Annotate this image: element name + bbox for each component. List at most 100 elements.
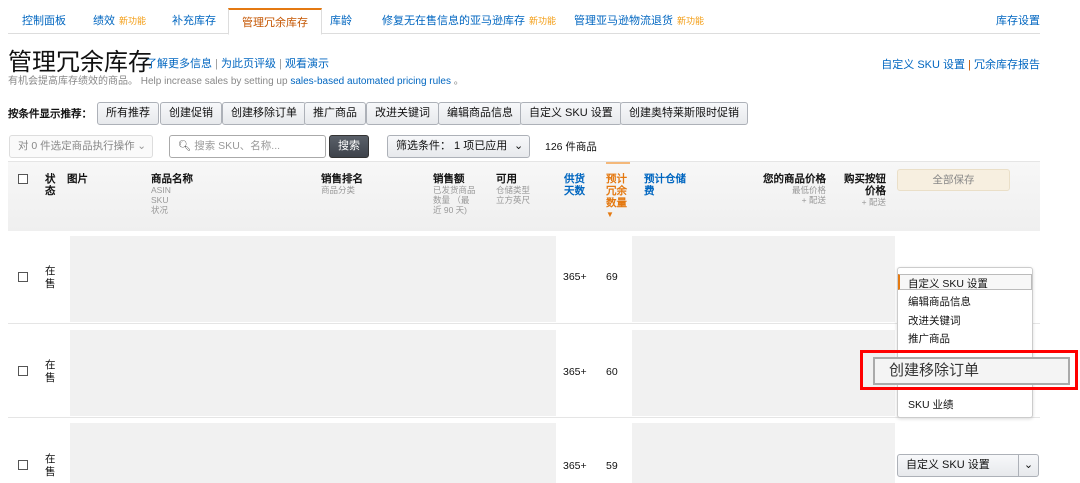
header-excess-label: 预计冗余数量 [606,173,627,209]
header-storage-fee[interactable]: 预计仓储费 [644,173,692,197]
header-available[interactable]: 可用 仓储类型 立方英尺 [496,173,536,205]
header-sub: + 配送 [801,195,826,205]
item-count: 126 件商品 [545,141,597,153]
filter-keywords-button[interactable]: 改进关键词 [366,102,439,125]
redacted-pricing-info [632,236,895,322]
menu-item-create-removal-order[interactable]: 创建移除订单 [873,357,1070,385]
search-input[interactable]: 🔍︎ 搜索 SKU、名称... [169,135,326,158]
header-buybox-price[interactable]: 购买按钮价格 + 配送 [838,173,886,207]
header-your-price[interactable]: 您的商品价格 最低价格 + 配送 [748,173,826,205]
right-links: 自定义 SKU 设置 | 冗余库存报告 [881,59,1040,71]
row-checkbox[interactable] [18,460,28,470]
tab-fix-stranded[interactable]: 修复无在售信息的亚马逊库存 新功能 [382,8,556,34]
subtitle-text: 有机会提高库存绩效的商品。 Help increase sales by set… [8,76,291,87]
tab-label: 管理亚马逊物流退货 [574,15,673,27]
header-sub: 仓储类型 立方英尺 [496,185,531,205]
row-supply-days: 365+ [563,366,587,378]
tab-performance[interactable]: 绩效 新功能 [93,8,146,34]
row-supply-days: 365+ [563,460,587,472]
header-sub: 商品分类 [321,185,356,195]
pricing-rules-link[interactable]: sales-based automated pricing rules [290,76,451,87]
row-action-menu: 自定义 SKU 设置 编辑商品信息 改进关键词 推广商品 SKU 业绩 [897,267,1033,418]
tab-inventory-age[interactable]: 库龄 [330,8,352,34]
new-badge: 新功能 [529,16,557,26]
menu-item-custom-sku[interactable]: 自定义 SKU 设置 [908,276,988,291]
filter-dropdown[interactable]: 筛选条件： 1 项已应用 ⌄ [387,135,531,158]
search-placeholder: 搜索 SKU、名称... [194,140,281,152]
filter-all-button[interactable]: 所有推荐 [97,102,159,125]
header-sales-label: 销售额 [433,173,465,185]
redacted-pricing-info [632,330,895,416]
custom-sku-settings-link[interactable]: 自定义 SKU 设置 [881,59,965,71]
redacted-product-info [70,423,556,483]
row-excess-qty: 69 [606,271,618,283]
filter-label: 筛选条件： 1 项已应用 [396,140,508,152]
filter-advertise-button[interactable]: 推广商品 [304,102,366,125]
header-rank-label: 销售排名 [321,173,363,185]
tab-restock[interactable]: 补充库存 [172,8,216,34]
filter-removal-button[interactable]: 创建移除订单 [222,102,306,125]
header-name-label: 商品名称 [151,173,193,185]
header-image: 图片 [67,173,88,185]
row-action-label: 自定义 SKU 设置 [906,459,990,471]
row-excess-qty: 60 [606,366,618,378]
header-status[interactable]: 状态 [45,173,57,197]
page-subtitle: 有机会提高库存绩效的商品。 Help increase sales by set… [8,72,464,87]
header-sub: 状况 [151,205,169,215]
chevron-down-icon: ⌄ [514,140,524,152]
new-badge: 新功能 [677,16,705,26]
tab-bar: 控制面板 绩效 新功能 补充库存 管理冗余库存 库龄 修复无在售信息的亚马逊库存新… [8,8,1040,35]
select-all-checkbox[interactable] [18,174,28,184]
header-excess-qty[interactable]: 预计冗余数量 ▼ [606,162,630,221]
redacted-product-info [70,236,556,322]
tab-fba-returns[interactable]: 管理亚马逊物流退货 新功能 [574,8,704,34]
title-links: 了解更多信息 | 为此页评级 | 观看演示 [146,58,329,70]
header-sub: + 配送 [861,197,886,207]
row-supply-days: 365+ [563,271,587,283]
search-button[interactable]: 搜索 [329,135,369,158]
tab-dashboard[interactable]: 控制面板 [22,8,66,34]
header-rank[interactable]: 销售排名 商品分类 [321,173,363,195]
header-available-label: 可用 [496,173,517,185]
header-supply-days[interactable]: 供货天数 [564,173,588,197]
bulk-action-select[interactable]: 对 0 件选定商品执行操作 ⌄ [9,135,153,158]
save-all-button[interactable]: 全部保存 [897,169,1010,191]
sort-desc-icon: ▼ [606,210,614,219]
chevron-down-icon[interactable]: ⌄ [1018,455,1038,476]
new-badge: 新功能 [119,16,147,26]
menu-item-sku-performance[interactable]: SKU 业绩 [908,397,954,412]
header-sub: 已发货商品数量 （最近 90 天) [433,185,476,215]
header-sub: SKU [151,195,169,205]
tab-label: 绩效 [93,15,115,27]
subtitle-end: 。 [450,76,464,87]
header-sales[interactable]: 销售额 已发货商品数量 （最近 90 天) [433,173,477,215]
filter-custom-sku-button[interactable]: 自定义 SKU 设置 [520,102,622,125]
row-checkbox[interactable] [18,366,28,376]
menu-item-keywords[interactable]: 改进关键词 [908,313,961,328]
table-row: 在售 365+ 59 自定义 SKU 设置 ⌄ [8,418,1040,483]
inventory-settings-link[interactable]: 库存设置 [996,8,1040,34]
learn-more-link[interactable]: 了解更多信息 [146,58,212,70]
tab-manage-excess[interactable]: 管理冗余库存 [228,8,322,35]
redacted-product-info [70,330,556,416]
rate-page-link[interactable]: 为此页评级 [221,58,276,70]
header-sub: 最低价格 [791,185,826,195]
table-header: 状态 图片 商品名称 ASIN SKU 状况 销售排名 商品分类 销售额 已发货商品数量… [8,161,1040,231]
filter-outlet-deal-button[interactable]: 创建奥特莱斯限时促销 [620,102,748,125]
header-price-label: 您的商品价格 [763,173,826,185]
header-name[interactable]: 商品名称 ASIN SKU 状况 [151,173,193,215]
excess-report-link[interactable]: 冗余库存报告 [974,59,1040,71]
watch-demo-link[interactable]: 观看演示 [285,58,329,70]
row-status: 在售 [45,265,56,290]
row-status: 在售 [45,359,56,384]
row-status: 在售 [45,453,56,478]
recommend-label: 按条件显示推荐： [8,108,92,120]
header-buybox-label: 购买按钮价格 [844,173,886,197]
filter-promotion-button[interactable]: 创建促销 [160,102,222,125]
chevron-down-icon: ⌄ [137,140,146,152]
row-action-dropdown[interactable]: 自定义 SKU 设置 ⌄ [897,454,1039,477]
row-checkbox[interactable] [18,272,28,282]
menu-item-edit-listing[interactable]: 编辑商品信息 [908,294,971,309]
filter-edit-listing-button[interactable]: 编辑商品信息 [438,102,522,125]
menu-item-advertise[interactable]: 推广商品 [908,331,950,346]
